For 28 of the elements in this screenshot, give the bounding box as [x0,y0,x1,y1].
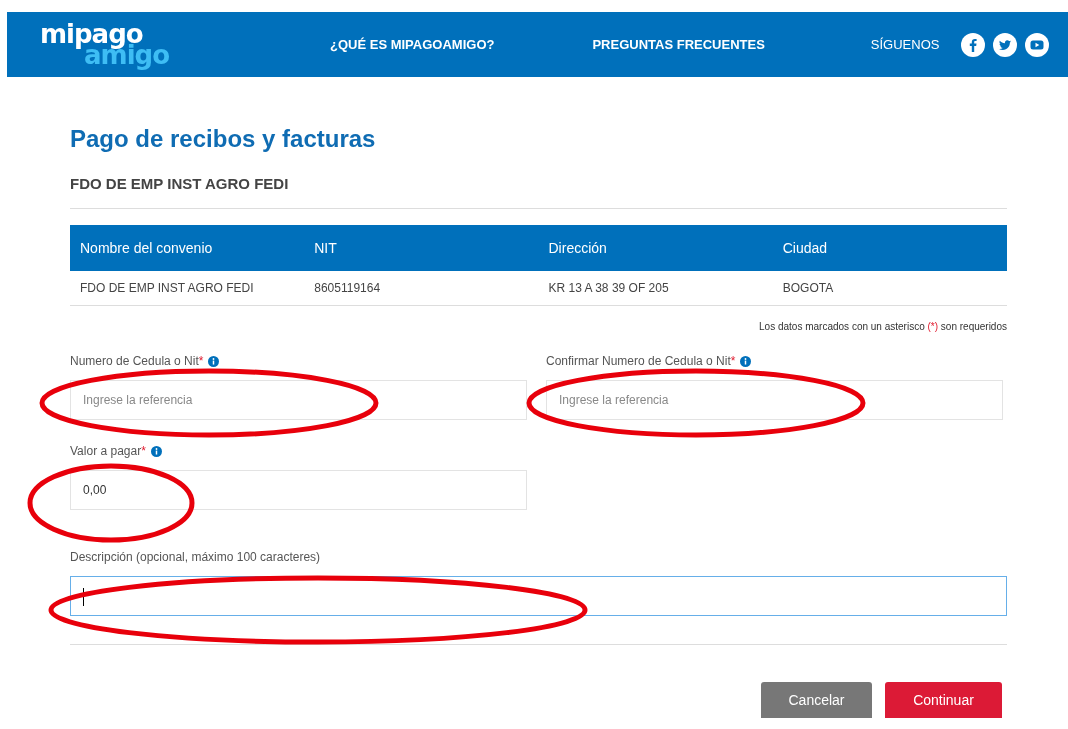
twitter-icon[interactable] [993,32,1018,57]
youtube-icon[interactable] [1025,32,1050,57]
table-cell: 8605119164 [304,271,539,306]
field-label: Valor a pagar* [70,444,146,458]
nav-link[interactable]: ¿QUÉ ES MIPAGOAMIGO? [330,37,495,52]
page-title: Pago de recibos y facturas [70,125,377,153]
nav-link[interactable]: PREGUNTAS FRECUENTES [592,37,765,52]
info-icon[interactable] [208,355,220,367]
field-label: Descripción (opcional, máximo 100 caracteres) [70,550,321,564]
field-label: Confirmar Numero de Cedula o Nit* [546,354,736,368]
column-header: Dirección [538,225,773,271]
field-label: Numero de Cedula o Nit* [70,354,204,368]
agreement-name: FDO DE EMP INST AGRO FEDI [70,175,290,192]
info-icon[interactable] [150,445,162,457]
cancel-button[interactable]: Cancelar [761,682,872,718]
table-cell: KR 13 A 38 39 OF 205 [538,271,773,306]
required-note: Los datos marcados con un asterisco (*) son requeridos [758,321,1007,332]
column-header: Ciudad [772,225,1007,271]
follow-label: SÍGUENOS [870,37,940,52]
table-cell: BOGOTA [772,271,1007,306]
input-field[interactable] [70,576,1007,616]
continue-button[interactable]: Continuar [885,682,1002,718]
column-header: Nombre del convenio [70,225,305,271]
info-icon[interactable] [740,355,752,367]
column-header: NIT [304,225,539,271]
table-cell: FDO DE EMP INST AGRO FEDI [70,271,305,306]
facebook-icon[interactable] [961,32,986,57]
input-field[interactable]: 0,00 [70,470,527,510]
